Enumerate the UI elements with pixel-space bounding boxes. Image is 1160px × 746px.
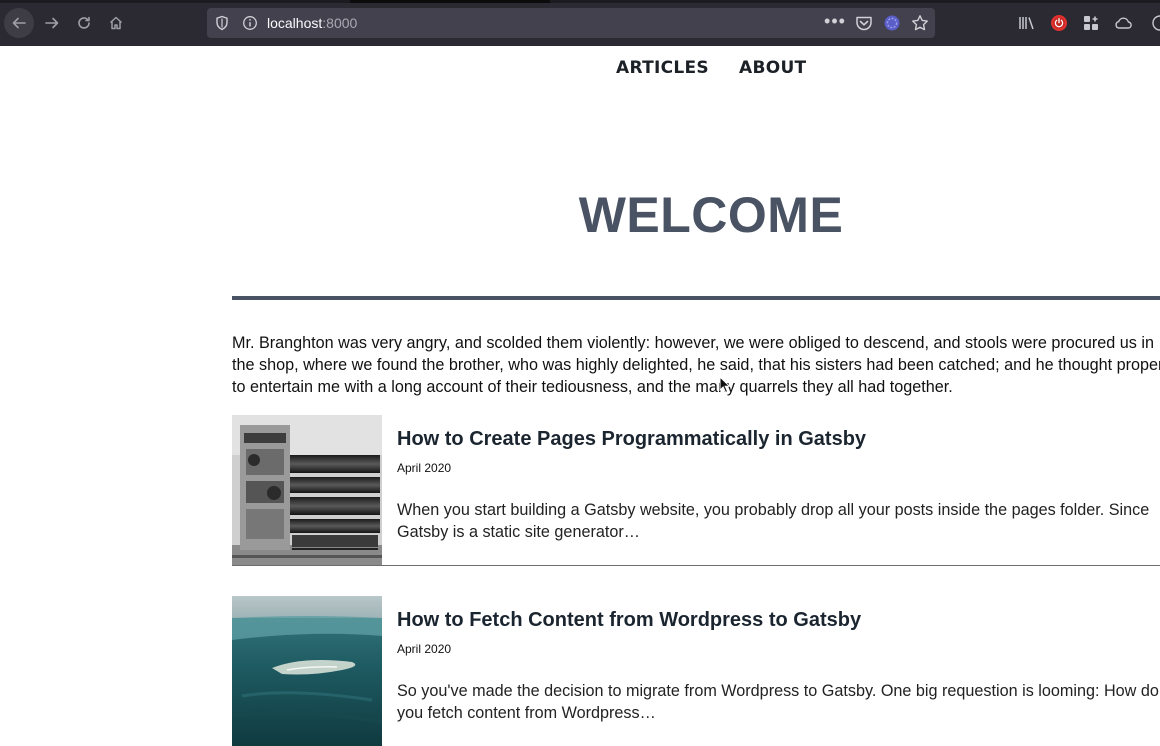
pocket-icon[interactable] [854,14,874,32]
arrow-left-icon [12,17,26,29]
grid-icon[interactable] [1081,13,1101,33]
info-icon[interactable] [242,15,258,36]
shield-icon[interactable] [215,15,229,36]
post-thumbnail-sea-aerial[interactable] [232,596,382,746]
post-title-link[interactable]: How to Fetch Content from Wordpress to G… [397,609,861,632]
address-bar[interactable]: localhost:8000 ••• [207,8,935,38]
reload-icon [78,16,90,29]
home-button[interactable] [101,8,131,38]
post-card[interactable]: How to Fetch Content from Wordpress to G… [232,596,1160,746]
browser-toolbar: localhost:8000 ••• [0,0,1160,46]
cloud-icon[interactable] [1113,13,1133,33]
overflow-menu-icon[interactable] [1145,13,1160,33]
title-divider [232,296,1160,300]
home-icon [109,16,123,30]
intro-paragraph: Mr. Branghton was very angry, and scolde… [232,334,1160,396]
post-excerpt: So you've made the decision to migrate f… [397,682,1159,722]
nav-articles-link[interactable]: ARTICLES [616,58,709,78]
mouse-cursor-icon [719,376,731,394]
active-tab-indicator[interactable] [350,0,550,3]
reload-button[interactable] [69,8,99,38]
star-icon[interactable] [910,14,930,32]
site-nav: ARTICLES ABOUT [616,58,806,78]
url-port: :8000 [322,15,358,31]
forward-button[interactable] [37,8,67,38]
post-title-link[interactable]: How to Create Pages Programmatically in … [397,428,866,451]
extension-icon[interactable] [882,14,902,32]
more-dots-icon[interactable]: ••• [824,11,845,31]
post-thumbnail-printing-press[interactable] [232,415,382,565]
page-title: WELCOME [578,187,844,243]
post-date: April 2020 [397,461,452,475]
post-excerpt: When you start building a Gatsby website… [397,501,1150,541]
post-card[interactable]: How to Create Pages Programmatically in … [232,415,1160,566]
library-icon[interactable] [1017,13,1037,33]
arrow-right-icon [45,17,59,29]
back-button[interactable] [4,8,34,38]
tab-strip [0,0,1160,3]
url-text[interactable]: localhost:8000 [267,15,357,31]
nav-about-link[interactable]: ABOUT [739,58,806,78]
power-icon[interactable] [1049,13,1069,33]
post-date: April 2020 [397,642,452,656]
url-host: localhost [267,15,323,31]
